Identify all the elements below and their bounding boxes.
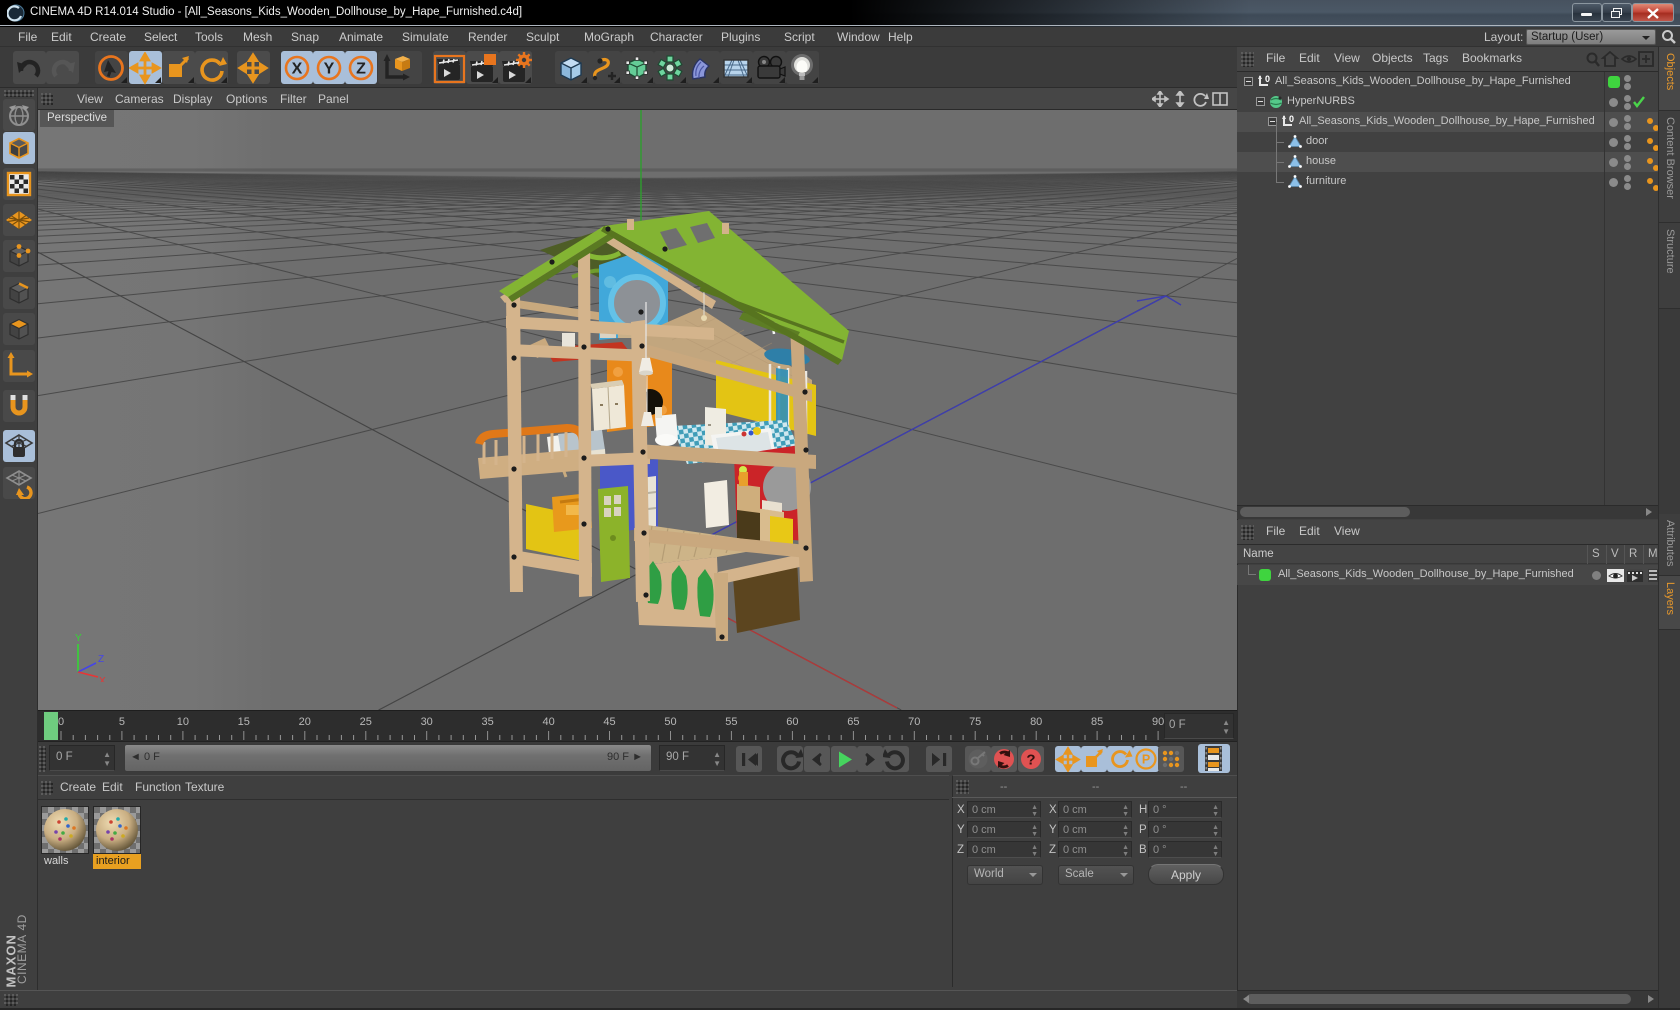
svg-text:50: 50 [664,716,676,728]
svg-text:5: 5 [119,716,125,728]
svg-text:55: 55 [725,716,737,728]
svg-text:P: P [1142,753,1150,767]
svg-text:45: 45 [603,716,615,728]
svg-text:Y: Y [324,61,335,78]
svg-text:Z: Z [356,61,366,78]
svg-text:0: 0 [1289,115,1294,124]
svg-text:10: 10 [177,716,189,728]
svg-text:90: 90 [1152,716,1164,728]
svg-text:80: 80 [1030,716,1042,728]
svg-text:X: X [292,61,303,78]
svg-text:?: ? [1026,752,1035,769]
svg-text:25: 25 [360,716,372,728]
svg-text:40: 40 [542,716,554,728]
svg-text:Z: Z [98,654,104,665]
svg-text:15: 15 [238,716,250,728]
svg-text:0: 0 [1265,75,1270,84]
svg-text:30: 30 [421,716,433,728]
svg-text:65: 65 [847,716,859,728]
svg-text:20: 20 [299,716,311,728]
svg-text:70: 70 [908,716,920,728]
svg-text:35: 35 [481,716,493,728]
svg-text:X: X [99,676,106,682]
svg-text:85: 85 [1091,716,1103,728]
svg-text:75: 75 [969,716,981,728]
svg-text:Y: Y [75,633,82,644]
svg-text:0: 0 [58,716,64,728]
svg-text:60: 60 [786,716,798,728]
